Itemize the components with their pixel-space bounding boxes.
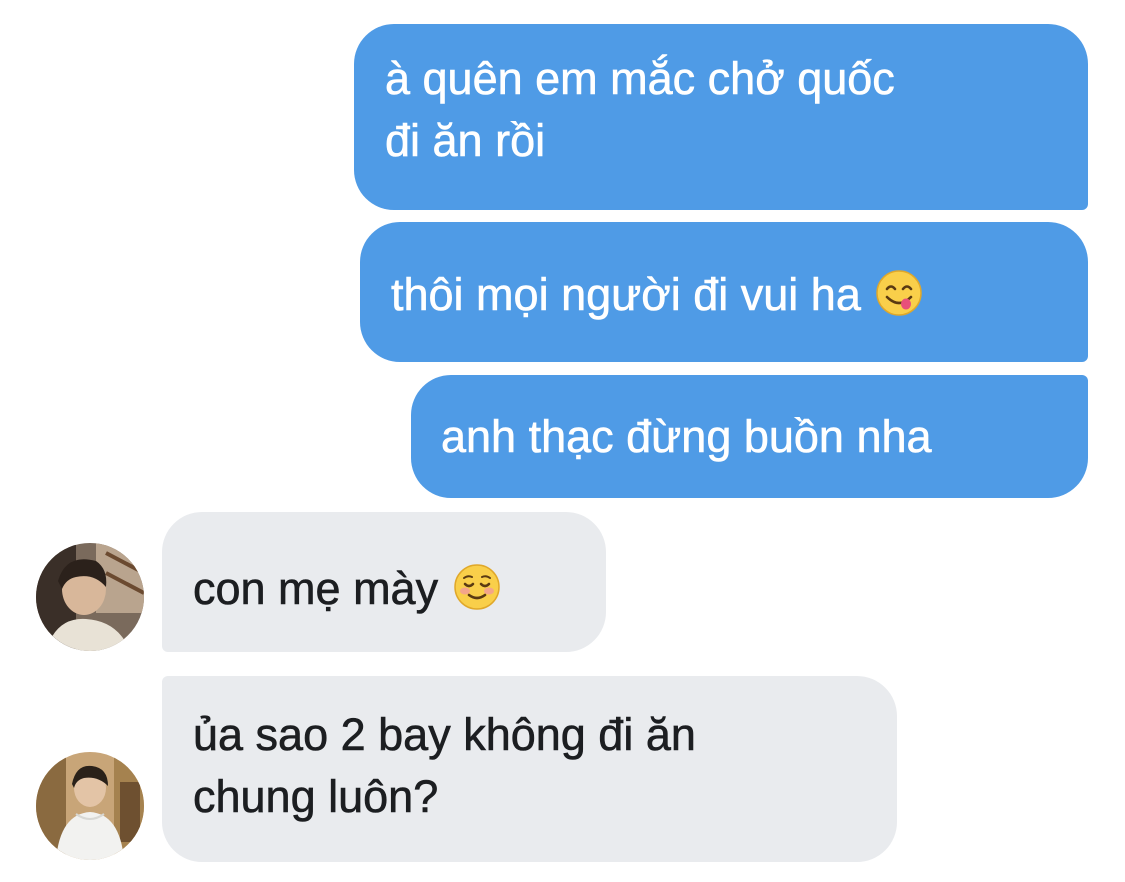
contact-avatar[interactable] bbox=[36, 543, 144, 651]
message-text: con mẹ mày bbox=[193, 563, 439, 615]
message-text: thôi mọi người đi vui ha bbox=[391, 269, 861, 321]
smiling-face-emoji-icon bbox=[453, 563, 501, 611]
message-bubble-outgoing[interactable]: thôi mọi người đi vui ha bbox=[360, 222, 1088, 362]
message-text: anh thạc đừng buồn nha bbox=[441, 411, 932, 463]
message-bubble-incoming[interactable]: ủa sao 2 bay không đi ăn chung luôn? bbox=[162, 676, 897, 862]
face-savoring-food-emoji-icon bbox=[875, 269, 923, 317]
message-text-line: ủa sao 2 bay không đi ăn bbox=[193, 709, 696, 761]
message-bubble-outgoing[interactable]: à quên em mắc chở quốc đi ăn rồi bbox=[354, 24, 1088, 210]
message-text-line: à quên em mắc chở quốc bbox=[385, 53, 895, 105]
message-bubble-outgoing[interactable]: anh thạc đừng buồn nha bbox=[411, 375, 1088, 498]
message-text-line: chung luôn? bbox=[193, 771, 439, 823]
message-bubble-incoming[interactable]: con mẹ mày bbox=[162, 512, 606, 652]
contact-avatar[interactable] bbox=[36, 752, 144, 860]
message-text-line: đi ăn rồi bbox=[385, 115, 546, 167]
